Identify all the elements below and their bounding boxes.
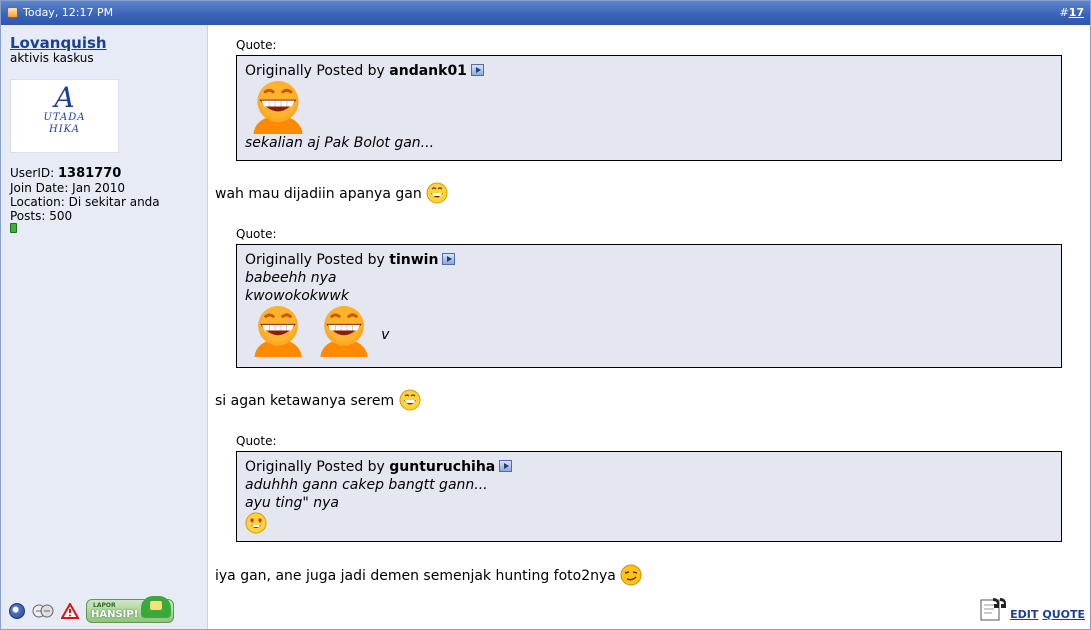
- user-actions: LAPOR HANSIP!: [9, 596, 174, 623]
- quote-text: kwowokokwwk: [245, 288, 349, 304]
- quote-header: Originally Posted by tinwin: [245, 251, 1053, 269]
- reply-text: si agan ketawanya serem: [215, 393, 395, 409]
- multiquote-icon[interactable]: [980, 597, 1007, 621]
- avatar-line1: UTADA: [43, 112, 86, 123]
- love-smiley-icon: [245, 512, 267, 534]
- hansip-cap-icon: [141, 596, 171, 618]
- quote-text: ayu ting" nya: [245, 495, 339, 511]
- post-date-text: Today, 12:17 PM: [23, 6, 114, 19]
- edit-link[interactable]: EDIT: [1010, 608, 1038, 621]
- view-post-arrow-icon[interactable]: [470, 64, 484, 76]
- post-content: Quote: Originally Posted by andank01 sek…: [215, 25, 1085, 629]
- quote-text: sekalian aj Pak Bolot gan...: [245, 135, 435, 151]
- quote-header: Originally Posted by andank01: [245, 62, 1053, 80]
- report-icon[interactable]: [61, 603, 79, 619]
- grin-smiley-icon: [426, 182, 448, 204]
- post-status-icon: [7, 7, 18, 18]
- quote-header: Originally Posted by gunturuchiha: [245, 458, 1053, 476]
- post-count: Posts: 500: [10, 209, 73, 223]
- quote-author: gunturuchiha: [389, 459, 496, 475]
- user-id-value: 1381770: [58, 166, 122, 181]
- lapor-hansip-button[interactable]: LAPOR HANSIP!: [86, 596, 174, 623]
- reply-message: iya gan, ane juga jadi demen semenjak hu…: [215, 564, 642, 586]
- avatar: A UTADA HIKA: [10, 79, 119, 153]
- smirk-smiley-icon: [620, 564, 642, 586]
- user-location: Location: Di sekitar anda: [10, 195, 160, 209]
- post-number-link[interactable]: 17: [1069, 6, 1084, 19]
- avatar-letter: A: [54, 81, 75, 114]
- reply-message: wah mau dijadiin apanya gan: [215, 182, 448, 204]
- post-date: Today, 12:17 PM: [7, 6, 113, 19]
- hansip-small-text: LAPOR: [93, 602, 116, 609]
- post-header: Today, 12:17 PM #17: [1, 1, 1090, 25]
- forum-post: Today, 12:17 PM #17 Lovanquish aktivis k…: [0, 0, 1091, 630]
- join-date: Join Date: Jan 2010: [10, 181, 126, 195]
- quote-text: aduhhh gann cakep bangtt gann...: [245, 477, 488, 493]
- quote-label: Quote:: [236, 227, 277, 241]
- username-link[interactable]: Lovanquish: [10, 34, 107, 52]
- quote-label: Quote:: [236, 38, 277, 52]
- quote-author: tinwin: [389, 252, 439, 268]
- quote-text: babeehh nya: [245, 270, 337, 286]
- quote-box: Originally Posted by andank01 sekalian a…: [236, 55, 1062, 161]
- post-number: #17: [1059, 6, 1084, 19]
- quote-prefix: Originally Posted by: [245, 63, 385, 79]
- avatar-line2: HIKA: [49, 124, 80, 135]
- laugh-smiley-icon: [311, 305, 377, 357]
- user-info: UserID: 1381770 Join Date: Jan 2010 Loca…: [10, 166, 160, 223]
- quote-link[interactable]: QUOTE: [1042, 608, 1085, 621]
- hansip-big-text: HANSIP!: [91, 609, 139, 620]
- quote-trailing-text: v: [381, 327, 390, 343]
- quote-author: andank01: [389, 63, 467, 79]
- quote-prefix: Originally Posted by: [245, 252, 385, 268]
- quote-box: Originally Posted by tinwin babeehh nya …: [236, 244, 1062, 368]
- grin-smiley-icon: [399, 389, 421, 411]
- post-number-prefix: #: [1059, 6, 1069, 19]
- user-sidebar: Lovanquish aktivis kaskus A UTADA HIKA U…: [1, 25, 208, 629]
- user-id: UserID: 1381770: [10, 166, 160, 181]
- quote-label: Quote:: [236, 434, 277, 448]
- online-status-icon[interactable]: [9, 603, 25, 619]
- quote-box: Originally Posted by gunturuchiha aduhhh…: [236, 451, 1062, 542]
- laugh-smiley-icon: [245, 305, 311, 357]
- messenger-icon[interactable]: [32, 602, 54, 620]
- reply-text: iya gan, ane juga jadi demen semenjak hu…: [215, 568, 616, 584]
- view-post-arrow-icon[interactable]: [499, 460, 513, 472]
- user-id-label: UserID:: [10, 166, 55, 180]
- laugh-smiley-icon: [245, 80, 1053, 134]
- quote-prefix: Originally Posted by: [245, 459, 385, 475]
- view-post-arrow-icon[interactable]: [442, 253, 456, 265]
- user-title: aktivis kaskus: [10, 51, 94, 65]
- post-actions: EDIT QUOTE: [980, 597, 1085, 621]
- smiley-row: v: [245, 305, 1053, 357]
- reply-text: wah mau dijadiin apanya gan: [215, 186, 422, 202]
- reputation-icon[interactable]: [10, 223, 17, 233]
- reply-message: si agan ketawanya serem: [215, 389, 421, 411]
